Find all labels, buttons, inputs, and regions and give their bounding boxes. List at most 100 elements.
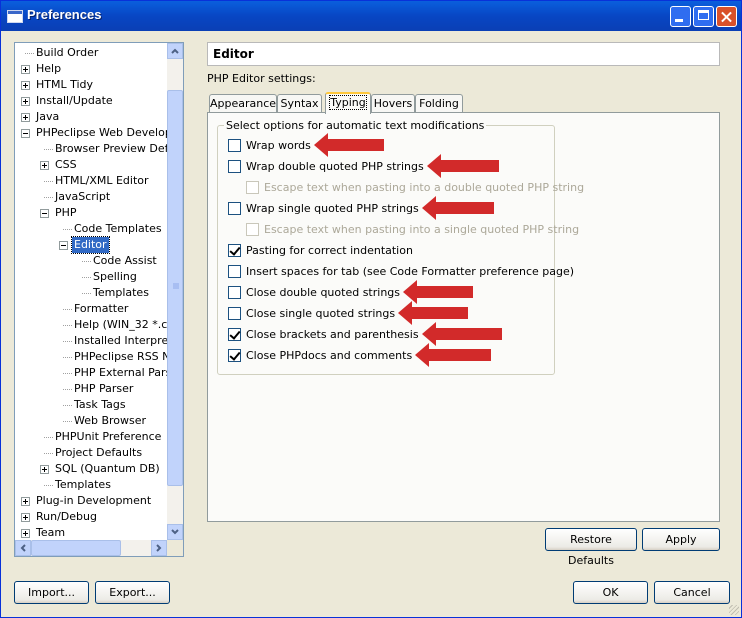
- tab-syntax[interactable]: Syntax: [277, 94, 322, 113]
- import-button[interactable]: Import...: [14, 581, 89, 604]
- typing-tab-panel: Select options for automatic text modifi…: [207, 112, 720, 522]
- title-bar[interactable]: Preferences: [1, 1, 741, 31]
- tab-folding[interactable]: Folding: [415, 94, 463, 113]
- close-button[interactable]: [716, 6, 737, 27]
- arrow-head: [427, 154, 441, 178]
- tree-item-label: Spelling: [93, 270, 137, 283]
- export-button[interactable]: Export...: [95, 581, 170, 604]
- tree-connector: [25, 53, 34, 54]
- option-checkbox[interactable]: [228, 160, 241, 173]
- collapse-icon[interactable]: [21, 129, 30, 138]
- tree-connector: [44, 181, 53, 182]
- tree-connector: [44, 437, 53, 438]
- option-checkbox: [246, 181, 259, 194]
- scroll-right-button[interactable]: [151, 540, 167, 556]
- resize-grip[interactable]: [729, 605, 739, 615]
- collapse-icon[interactable]: [40, 209, 49, 218]
- option-checkbox[interactable]: [228, 265, 241, 278]
- tree-item-label: JavaScript: [55, 190, 111, 203]
- expand-icon[interactable]: [21, 513, 30, 522]
- tree-connector: [63, 405, 72, 406]
- expand-icon[interactable]: [21, 81, 30, 90]
- option-checkbox[interactable]: [228, 139, 241, 152]
- tree-item-label: SQL (Quantum DB): [55, 462, 160, 475]
- tree-connector: [44, 453, 53, 454]
- tree-item-label: Templates: [55, 478, 111, 491]
- scroll-corner: [167, 540, 183, 556]
- scroll-left-button[interactable]: [15, 540, 31, 556]
- tree-connector: [63, 229, 72, 230]
- ok-button[interactable]: OK: [573, 581, 648, 604]
- preference-tree[interactable]: Build Order Help HTML Tidy Install/Update Ja…: [14, 42, 184, 557]
- tab-label: Appearance: [210, 97, 277, 110]
- arrow-shaft: [324, 139, 384, 151]
- tree-horizontal-scrollbar[interactable]: [15, 540, 167, 556]
- tree-item-label: Help: [36, 62, 62, 75]
- tree-item-label: Editor: [71, 236, 110, 254]
- option-checkbox[interactable]: [228, 244, 241, 257]
- annotation-arrow-icon: [415, 343, 493, 367]
- expand-icon[interactable]: [21, 113, 30, 122]
- tree-item-label: Browser Preview Defau: [55, 142, 183, 155]
- option-checkbox[interactable]: [228, 349, 241, 362]
- minimize-button[interactable]: [670, 6, 691, 27]
- collapse-icon[interactable]: [59, 241, 68, 250]
- preferences-window: Preferences Build Order Help HTML Tidy Inst…: [0, 0, 742, 618]
- option-label: Pasting for correct indentation: [246, 244, 413, 257]
- option-checkbox[interactable]: [228, 202, 241, 215]
- expand-icon[interactable]: [21, 497, 30, 506]
- tree-connector: [63, 421, 72, 422]
- tree-item-label: Code Templates: [74, 222, 162, 235]
- tree-connector: [44, 149, 53, 150]
- chevron-down-icon: [171, 529, 179, 535]
- tree-item-label: Java: [36, 110, 60, 123]
- expand-icon[interactable]: [21, 529, 30, 538]
- scroll-up-button[interactable]: [167, 43, 183, 59]
- tree-item-label: CSS: [55, 158, 77, 171]
- tree-connector: [44, 197, 53, 198]
- page-header: Editor: [207, 42, 720, 66]
- tree-item-label: Installed Interprete: [74, 334, 180, 347]
- tree-item-label: Project Defaults: [55, 446, 143, 459]
- tab-label: Hovers: [373, 97, 413, 110]
- tab-label: Folding: [419, 97, 459, 110]
- option-checkbox: [246, 223, 259, 236]
- expand-icon[interactable]: [40, 161, 49, 170]
- arrow-shaft: [432, 328, 502, 340]
- tree-hscroll-thumb[interactable]: [31, 540, 121, 556]
- expand-icon[interactable]: [21, 65, 30, 74]
- tab-hovers[interactable]: Hovers: [371, 94, 415, 113]
- tab-label: Typing: [329, 95, 367, 110]
- option-label: Close PHPdocs and comments: [246, 349, 413, 362]
- tab-appearance[interactable]: Appearance: [209, 94, 277, 113]
- chevron-right-icon: [156, 544, 162, 552]
- option-checkbox[interactable]: [228, 286, 241, 299]
- window-icon: [7, 10, 23, 23]
- arrow-shaft: [408, 307, 468, 319]
- option-checkbox[interactable]: [228, 328, 241, 341]
- tree-item-label: Run/Debug: [36, 510, 97, 523]
- arrow-head: [422, 196, 436, 220]
- chevron-left-icon: [20, 544, 26, 552]
- cancel-button[interactable]: Cancel: [654, 581, 730, 604]
- maximize-button[interactable]: [693, 6, 714, 27]
- tree-connector: [63, 357, 72, 358]
- tree-scroll-thumb[interactable]: [167, 90, 183, 486]
- option-label: Insert spaces for tab (see Code Formatte…: [246, 265, 575, 278]
- tree-connector: [82, 277, 91, 278]
- tree-item-label: Team: [36, 526, 66, 539]
- expand-icon[interactable]: [21, 97, 30, 106]
- scroll-down-button[interactable]: [167, 524, 183, 540]
- annotation-arrow-icon: [427, 154, 501, 178]
- option-label: Close single quoted strings: [246, 307, 396, 320]
- tree-item-label: Plug-in Development: [36, 494, 152, 507]
- tree-vertical-scrollbar[interactable]: [167, 43, 183, 540]
- tab-typing[interactable]: Typing: [325, 92, 371, 114]
- expand-icon[interactable]: [40, 465, 49, 474]
- restore-defaults-button[interactable]: Restore Defaults: [545, 528, 637, 567]
- option-checkbox[interactable]: [228, 307, 241, 320]
- tree-item-label: PHP External Parse: [74, 366, 179, 379]
- annotation-arrow-icon: [314, 133, 386, 157]
- chevron-up-icon: [171, 48, 179, 54]
- apply-button[interactable]: Apply: [642, 528, 720, 551]
